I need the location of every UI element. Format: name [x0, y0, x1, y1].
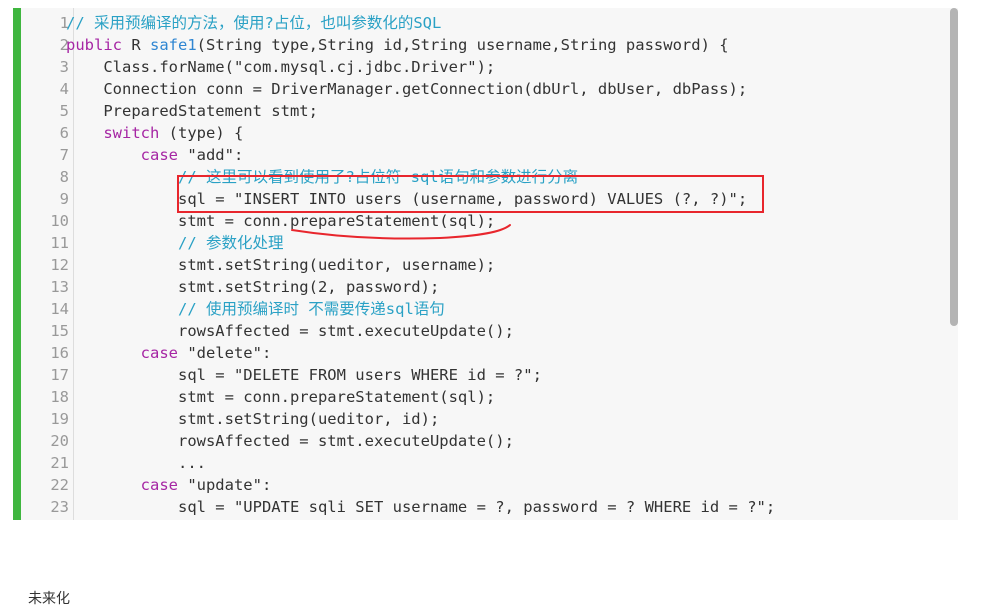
line-number: 13: [50, 278, 69, 296]
code-text: // 采用预编译的方法，使用?占位，也叫参数化的SQL: [66, 14, 442, 32]
code-text: rowsAffected = stmt.executeUpdate();: [66, 432, 514, 450]
line-number: 10: [50, 212, 69, 230]
code-text: sql = "DELETE FROM users WHERE id = ?";: [66, 366, 542, 384]
line-number: 1: [59, 14, 69, 32]
line-number: 11: [50, 234, 69, 252]
code-text: PreparedStatement stmt;: [66, 102, 318, 120]
line-number: 8: [59, 168, 69, 186]
code-text: ...: [66, 454, 206, 472]
line-number: 14: [50, 300, 69, 318]
code-text: case "update":: [140, 476, 272, 494]
code-text: // 参数化处理: [66, 234, 284, 252]
line-number: 5: [59, 102, 69, 120]
line-number: 21: [50, 454, 69, 472]
code-text: stmt = conn.prepareStatement(sql);: [66, 388, 496, 406]
code-editor: 1// 采用预编译的方法，使用?占位，也叫参数化的SQL 2 public R sa…: [13, 8, 958, 520]
line-number: 9: [59, 190, 69, 208]
line-number: 15: [50, 322, 69, 340]
code-line: 4 Connection conn = DriverManager.getCon…: [13, 78, 958, 100]
code-text: case "add":: [140, 146, 244, 164]
code-line: 22 case "update":: [13, 474, 958, 496]
line-number: 19: [50, 410, 69, 428]
code-line: 5 PreparedStatement stmt;: [13, 100, 958, 122]
code-line: 21 ...: [13, 452, 958, 474]
code-line: 14 // 使用预编译时 不需要传递sql语句: [13, 298, 958, 320]
line-number: 2: [59, 36, 69, 54]
code-text: Class.forName("com.mysql.cj.jdbc.Driver"…: [66, 58, 496, 76]
bottom-text: 未来化: [28, 590, 70, 606]
line-number: 4: [59, 80, 69, 98]
code-line: 18 stmt = conn.prepareStatement(sql);: [13, 386, 958, 408]
prepare-statement-underline: [291, 224, 511, 240]
code-line: 2 public R safe1(String type,String id,St…: [13, 34, 958, 56]
line-number: 6: [59, 124, 69, 142]
line-number: 22: [50, 476, 69, 494]
code-line: 13 stmt.setString(2, password);: [13, 276, 958, 298]
code-line: 3 Class.forName("com.mysql.cj.jdbc.Drive…: [13, 56, 958, 78]
code-text: sql = "UPDATE sqli SET username = ?, pas…: [66, 498, 776, 516]
code-text: rowsAffected = stmt.executeUpdate();: [66, 322, 514, 340]
code-text: public R safe1(String type,String id,Str…: [66, 36, 729, 54]
code-text: switch (type) {: [103, 124, 244, 142]
code-line: 6 switch (type) {: [13, 122, 958, 144]
code-line: 23 sql = "UPDATE sqli SET username = ?, …: [13, 496, 958, 518]
line-number: 18: [50, 388, 69, 406]
line-number: 17: [50, 366, 69, 384]
code-line: 12 stmt.setString(ueditor, username);: [13, 254, 958, 276]
code-text: // 使用预编译时 不需要传递sql语句: [66, 300, 445, 318]
line-number: 23: [50, 498, 69, 516]
line-number: 3: [59, 58, 69, 76]
code-line: 20 rowsAffected = stmt.executeUpdate();: [13, 430, 958, 452]
code-line: 7 case "add":: [13, 144, 958, 166]
line-number: 20: [50, 432, 69, 450]
code-text: stmt.setString(ueditor, id);: [66, 410, 440, 428]
line-number: 16: [50, 344, 69, 362]
code-line: 17 sql = "DELETE FROM users WHERE id = ?…: [13, 364, 958, 386]
code-line: 15 rowsAffected = stmt.executeUpdate();: [13, 320, 958, 342]
line-number: 7: [59, 146, 69, 164]
code-line: 16 case "delete":: [13, 342, 958, 364]
line-number: 12: [50, 256, 69, 274]
sql-highlight-annotation: [177, 175, 764, 213]
code-line: 1// 采用预编译的方法，使用?占位，也叫参数化的SQL: [13, 12, 958, 34]
code-line: 19 stmt.setString(ueditor, id);: [13, 408, 958, 430]
code-text: stmt.setString(2, password);: [66, 278, 440, 296]
code-text: Connection conn = DriverManager.getConne…: [66, 80, 748, 98]
vertical-scrollbar[interactable]: [950, 8, 958, 326]
code-text: case "delete":: [140, 344, 272, 362]
code-text: stmt.setString(ueditor, username);: [66, 256, 496, 274]
